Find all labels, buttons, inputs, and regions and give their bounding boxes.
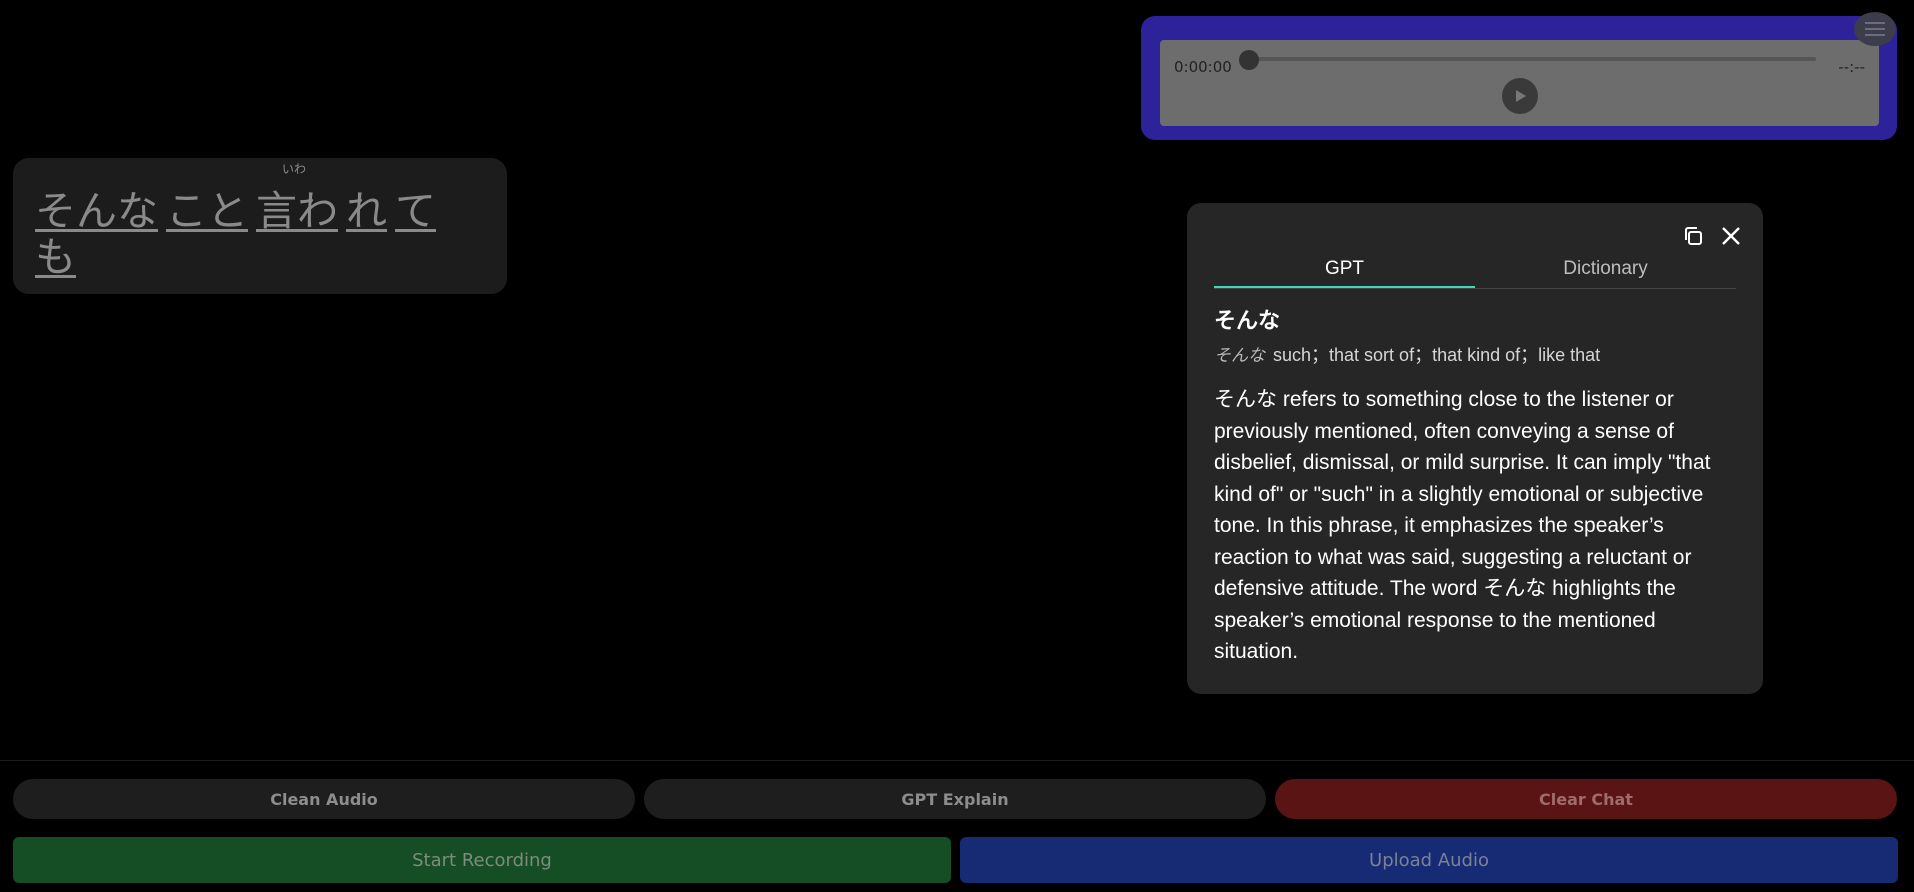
transcript-card: そんな こと いわ 言われても — [13, 158, 507, 294]
upload-audio-button[interactable]: Upload Audio — [960, 837, 1898, 883]
popup-tabs: GPT Dictionary — [1214, 251, 1736, 289]
furigana: いわ — [282, 162, 307, 176]
transcript-word[interactable]: そんな — [35, 188, 158, 234]
audio-duration: --:-- — [1838, 58, 1865, 76]
transcript-word[interactable]: れ — [346, 188, 387, 234]
popup-content: そんな そんな such；that sort of；that kind of；li… — [1214, 307, 1736, 668]
transcript-text: そんな こと いわ 言われても — [35, 162, 475, 280]
gpt-explanation: そんな refers to something close to the lis… — [1214, 388, 1711, 663]
definition-reading: そんな — [1214, 346, 1265, 366]
play-icon — [1516, 90, 1526, 102]
definition-text: such；that sort of；that kind of；like that — [1273, 345, 1601, 365]
transcript-word[interactable]: て — [395, 188, 436, 234]
gpt-explain-button[interactable]: GPT Explain — [644, 779, 1266, 819]
transcript-word-with-ruby[interactable]: いわ 言わ — [256, 162, 338, 235]
start-recording-button[interactable]: Start Recording — [13, 837, 951, 883]
clear-chat-button[interactable]: Clear Chat — [1275, 779, 1897, 819]
copy-icon — [1685, 227, 1702, 245]
tab-gpt[interactable]: GPT — [1214, 251, 1475, 288]
close-icon — [1722, 227, 1740, 245]
hamburger-menu-icon — [1865, 22, 1885, 36]
word-definition: そんな such；that sort of；that kind of；like t… — [1214, 343, 1736, 368]
close-button[interactable] — [1718, 223, 1744, 249]
audio-current-time: 0:00:00 — [1174, 58, 1232, 76]
copy-button[interactable] — [1680, 223, 1706, 249]
divider — [0, 760, 1914, 761]
transcript-word: 言わ — [256, 187, 338, 235]
tab-dictionary[interactable]: Dictionary — [1475, 251, 1736, 288]
clean-audio-button[interactable]: Clean Audio — [13, 779, 635, 819]
menu-button[interactable] — [1854, 12, 1896, 46]
audio-seek-handle[interactable] — [1239, 50, 1259, 70]
explanation-popup: GPT Dictionary そんな そんな such；that sort of；… — [1187, 203, 1763, 694]
audio-player-container: 0:00:00 --:-- — [1141, 16, 1897, 140]
audio-seek-bar[interactable] — [1246, 57, 1816, 61]
play-button[interactable] — [1502, 78, 1538, 114]
word-heading: そんな — [1214, 309, 1281, 334]
audio-player[interactable]: 0:00:00 --:-- — [1160, 40, 1879, 126]
transcript-word[interactable]: も — [35, 234, 76, 280]
transcript-word[interactable]: こと — [166, 188, 248, 234]
